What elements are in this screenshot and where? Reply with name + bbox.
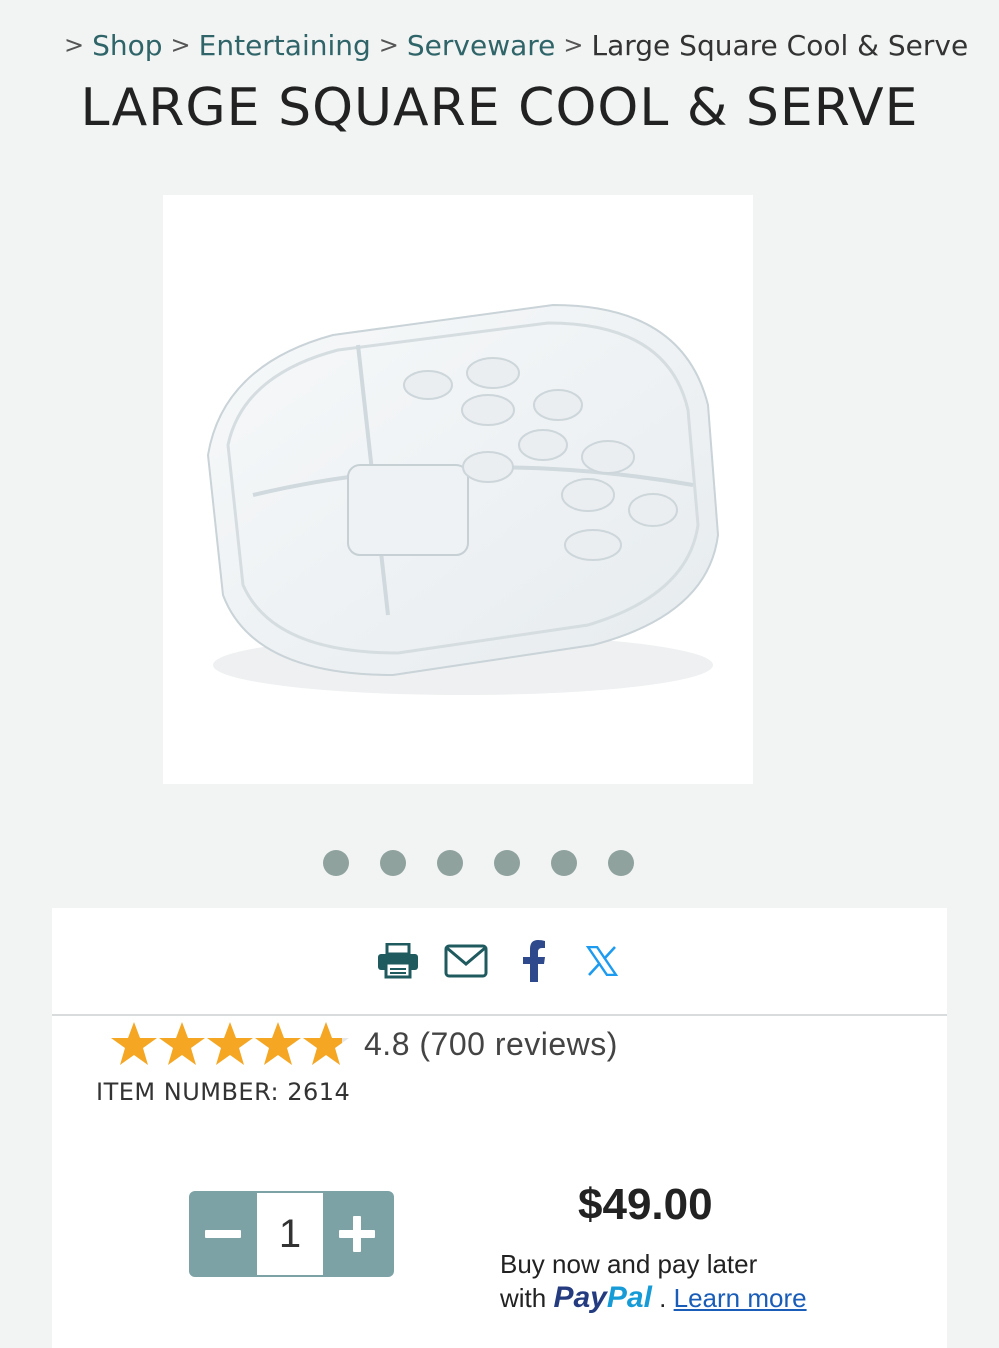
paypal-logo: PayPal (553, 1281, 652, 1314)
x-icon[interactable] (579, 938, 625, 984)
star-icon (207, 1022, 253, 1065)
breadcrumb-current: Large Square Cool & Serve (591, 28, 969, 62)
quantity-input[interactable]: 1 (257, 1193, 323, 1275)
paylater-paypal-line: with PayPal . Learn more (500, 1281, 807, 1315)
breadcrumb-separator: > (170, 31, 191, 59)
breadcrumb-separator: > (64, 31, 85, 59)
page-title: LARGE SQUARE COOL & SERVE (80, 78, 919, 138)
product-photo-icon (206, 303, 720, 695)
minus-icon (205, 1230, 241, 1238)
breadcrumb-separator: > (378, 31, 399, 59)
carousel-dot[interactable] (323, 850, 349, 876)
carousel-dot[interactable] (494, 850, 520, 876)
carousel-dot[interactable] (380, 850, 406, 876)
carousel-dot[interactable] (551, 850, 577, 876)
learn-more-link[interactable]: Learn more (674, 1283, 807, 1313)
paylater-dot: . (659, 1283, 667, 1313)
share-toolbar (52, 908, 947, 1016)
increase-quantity-button[interactable] (323, 1191, 391, 1277)
star-icon (255, 1022, 301, 1065)
quantity-stepper: 1 (189, 1191, 394, 1277)
product-info-card: 4.8 (700 reviews) ITEM NUMBER: 2614 1 $4… (52, 908, 947, 1348)
facebook-icon[interactable] (511, 938, 557, 984)
star-partial-icon (303, 1022, 349, 1065)
product-image[interactable] (163, 195, 753, 784)
plus-icon (339, 1216, 375, 1252)
carousel-dot[interactable] (437, 850, 463, 876)
carousel-dots (0, 850, 999, 876)
paylater-with: with (500, 1283, 547, 1313)
breadcrumb: > Shop > Entertaining > Serveware > Larg… (52, 28, 968, 62)
star-rating (110, 1020, 350, 1068)
carousel-dot[interactable] (608, 850, 634, 876)
print-icon[interactable] (375, 938, 421, 984)
email-icon[interactable] (443, 938, 489, 984)
paylater-message: Buy now and pay later with PayPal . Lear… (500, 1248, 807, 1315)
star-icon (159, 1022, 205, 1065)
paylater-line: Buy now and pay later (500, 1249, 758, 1279)
rating-summary[interactable]: 4.8 (700 reviews) (364, 1026, 618, 1063)
breadcrumb-shop-link[interactable]: Shop (92, 29, 162, 62)
product-rating[interactable]: 4.8 (700 reviews) (110, 1020, 618, 1068)
item-number: ITEM NUMBER: 2614 (96, 1078, 351, 1106)
breadcrumb-separator: > (563, 31, 584, 59)
breadcrumb-serveware-link[interactable]: Serveware (407, 29, 556, 62)
breadcrumb-entertaining-link[interactable]: Entertaining (199, 29, 371, 62)
star-icon (111, 1022, 157, 1065)
product-price: $49.00 (578, 1180, 713, 1229)
decrease-quantity-button[interactable] (189, 1191, 257, 1277)
